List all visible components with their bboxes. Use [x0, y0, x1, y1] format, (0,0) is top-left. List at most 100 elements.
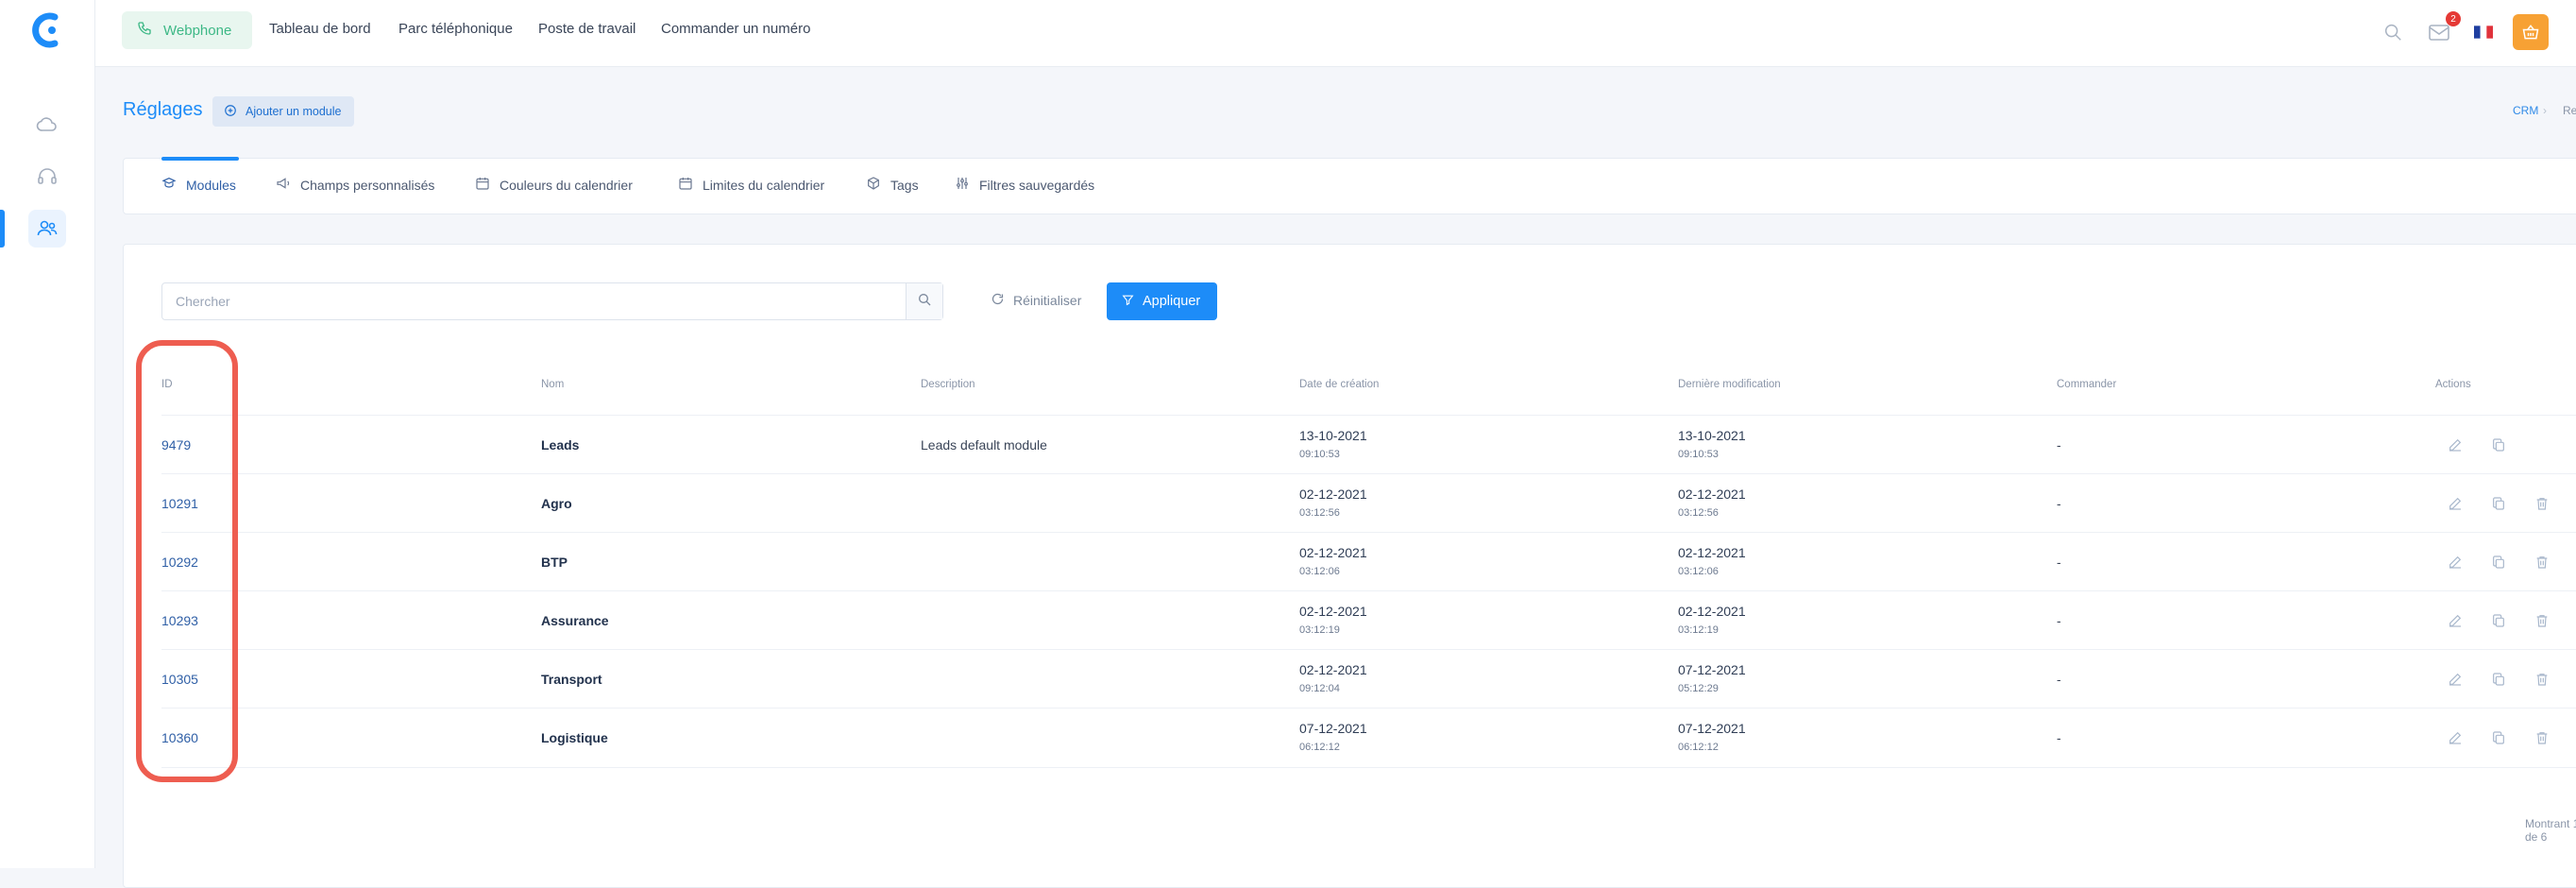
nav-phone-park[interactable]: Parc téléphonique: [398, 21, 513, 37]
edit-icon[interactable]: [2445, 610, 2466, 631]
language-flag-icon[interactable]: [2470, 13, 2497, 51]
created-time: 09:10:53: [1299, 449, 1340, 460]
table-row[interactable]: 10291 Agro 02-12-2021 03:12:56 02-12-2021…: [161, 473, 2576, 533]
edit-icon[interactable]: [2445, 727, 2466, 748]
table-row[interactable]: 10292 BTP 02-12-2021 03:12:06 02-12-2021 0…: [161, 532, 2576, 591]
row-order: -: [2057, 496, 2061, 511]
table-row[interactable]: 9479 Leads Leads default module 13-10-20…: [161, 415, 2576, 474]
created-date: 02-12-2021: [1299, 487, 1367, 502]
tab-calendar-colors-label: Couleurs du calendrier: [500, 177, 633, 193]
row-name[interactable]: Agro: [541, 496, 572, 511]
edit-icon[interactable]: [2445, 669, 2466, 690]
modified-date: 02-12-2021: [1678, 604, 1746, 619]
row-name[interactable]: Logistique: [541, 730, 608, 745]
modified-time: 06:12:12: [1678, 742, 1719, 753]
search-icon: [917, 292, 932, 312]
row-order: -: [2057, 437, 2061, 453]
modified-date: 13-10-2021: [1678, 428, 1746, 443]
copy-icon[interactable]: [2488, 727, 2509, 748]
table-row[interactable]: 10293 Assurance 02-12-2021 03:12:19 02-12…: [161, 590, 2576, 650]
contacts-icon[interactable]: [28, 210, 66, 248]
column-header-created: Date de création: [1299, 379, 1380, 390]
copy-icon[interactable]: [2488, 493, 2509, 514]
modified-date: 07-12-2021: [1678, 662, 1746, 677]
add-module-label: Ajouter un module: [246, 105, 342, 118]
row-order: -: [2057, 555, 2061, 570]
sidebar-active-indicator: [0, 210, 5, 248]
filter-icon: [1122, 294, 1134, 310]
tab-tags[interactable]: Tags: [866, 176, 919, 194]
app-logo[interactable]: [28, 11, 66, 49]
breadcrumb-separator: ›: [2543, 104, 2547, 117]
cloud-phone-icon[interactable]: [28, 106, 66, 144]
row-name[interactable]: Transport: [541, 672, 602, 687]
apply-label: Appliquer: [1143, 294, 1201, 309]
column-header-order: Commander: [2057, 379, 2117, 390]
modified-date: 07-12-2021: [1678, 721, 1746, 736]
tab-modules[interactable]: Modules: [161, 176, 236, 194]
created-time: 03:12:06: [1299, 566, 1340, 577]
copy-icon[interactable]: [2488, 552, 2509, 572]
copy-icon[interactable]: [2488, 610, 2509, 631]
apply-button[interactable]: Appliquer: [1107, 282, 1218, 320]
table-row[interactable]: 10305 Transport 02-12-2021 09:12:04 07-12…: [161, 649, 2576, 709]
trash-icon[interactable]: [2532, 493, 2552, 514]
sidebar: [0, 0, 95, 868]
column-header-modified: Dernière modification: [1678, 379, 1781, 390]
edit-icon[interactable]: [2445, 493, 2466, 514]
search-input[interactable]: [162, 283, 906, 319]
nav-order-number[interactable]: Commander un numéro: [661, 21, 810, 37]
tab-saved-filters[interactable]: Filtres sauvegardés: [955, 176, 1094, 194]
column-header-description: Description: [921, 379, 975, 390]
reset-button[interactable]: Réinitialiser: [991, 292, 1081, 309]
megaphone-icon: [276, 176, 291, 194]
tab-calendar-limits[interactable]: Limites du calendrier: [678, 176, 824, 194]
trash-icon[interactable]: [2532, 552, 2552, 572]
row-modified: 07-12-2021 06:12:12: [1678, 721, 1746, 753]
row-order: -: [2057, 730, 2061, 745]
add-module-button[interactable]: Ajouter un module: [212, 96, 355, 127]
column-header-name: Nom: [541, 379, 565, 390]
row-created: 13-10-2021 09:10:53: [1299, 428, 1367, 460]
edit-icon[interactable]: [2445, 435, 2466, 455]
nav-workstation[interactable]: Poste de travail: [538, 21, 636, 37]
tab-calendar-colors[interactable]: Couleurs du calendrier: [475, 176, 633, 194]
row-modified: 07-12-2021 05:12:29: [1678, 662, 1746, 694]
nav-dashboard[interactable]: Tableau de bord: [269, 21, 371, 37]
table-row[interactable]: 10360 Logistique 07-12-2021 06:12:12 07-1…: [161, 708, 2576, 768]
row-name[interactable]: Assurance: [541, 613, 609, 628]
webphone-button[interactable]: Webphone: [122, 11, 253, 49]
copy-icon[interactable]: [2488, 435, 2509, 455]
tag-icon: [866, 176, 881, 194]
tab-calendar-limits-label: Limites du calendrier: [703, 177, 825, 193]
trash-icon[interactable]: [2532, 727, 2552, 748]
created-time: 06:12:12: [1299, 742, 1340, 753]
active-tab-indicator: [161, 157, 239, 161]
modified-time: 03:12:19: [1678, 624, 1719, 636]
modified-date: 02-12-2021: [1678, 487, 1746, 502]
created-date: 02-12-2021: [1299, 604, 1367, 619]
created-time: 09:12:04: [1299, 683, 1340, 694]
search-button[interactable]: [906, 283, 942, 319]
edit-icon[interactable]: [2445, 552, 2466, 572]
row-order: -: [2057, 613, 2061, 628]
row-name[interactable]: BTP: [541, 555, 568, 570]
copy-icon[interactable]: [2488, 669, 2509, 690]
mail-icon[interactable]: 2: [2425, 11, 2461, 51]
row-order: -: [2057, 672, 2061, 687]
trash-icon[interactable]: [2532, 610, 2552, 631]
tab-custom-fields[interactable]: Champs personnalisés: [276, 176, 434, 194]
row-modified: 02-12-2021 03:12:19: [1678, 604, 1746, 636]
row-description: Leads default module: [921, 437, 1047, 453]
headset-icon[interactable]: [28, 158, 66, 196]
created-date: 02-12-2021: [1299, 545, 1367, 560]
cart-button[interactable]: [2512, 13, 2550, 51]
row-created: 07-12-2021 06:12:12: [1299, 721, 1367, 753]
breadcrumb-crm[interactable]: CRM: [2513, 104, 2538, 117]
top-navbar: Webphone Tableau de bord Parc téléphoniq…: [95, 0, 2576, 66]
row-name[interactable]: Leads: [541, 437, 579, 453]
trash-icon[interactable]: [2532, 669, 2552, 690]
tab-modules-label: Modules: [186, 177, 236, 193]
row-modified: 02-12-2021 03:12:06: [1678, 545, 1746, 577]
search-icon[interactable]: [2379, 13, 2407, 51]
